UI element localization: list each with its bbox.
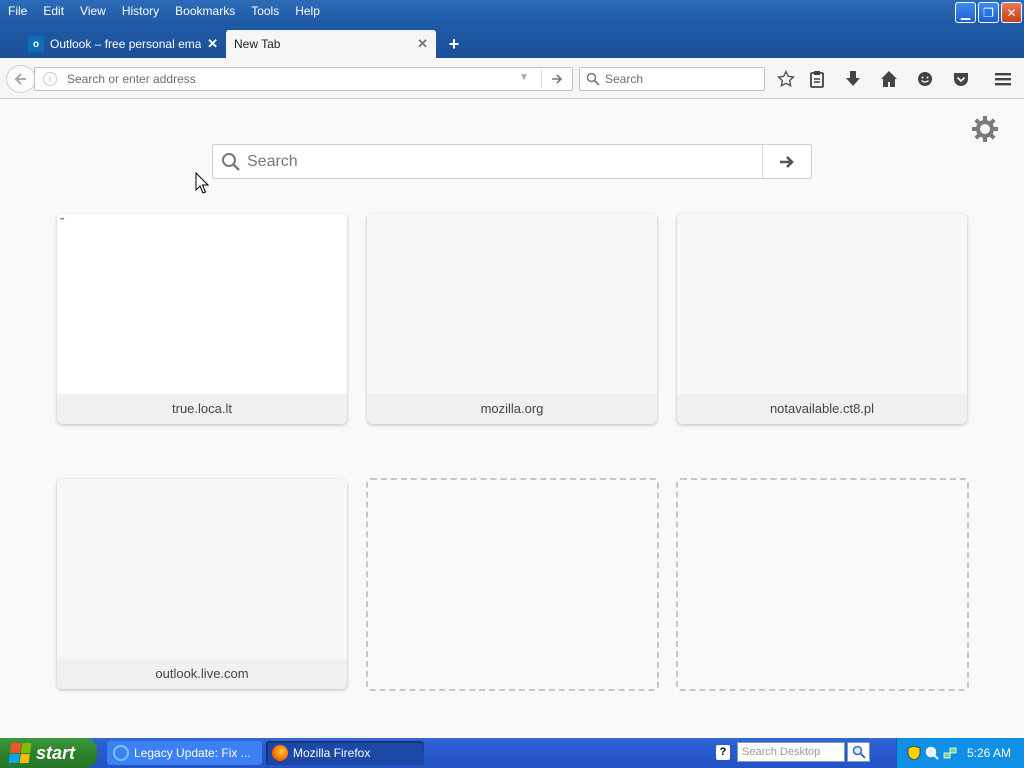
taskbar-item-label: Mozilla Firefox [293, 746, 371, 760]
star-icon [777, 70, 795, 88]
tile-thumbnail [57, 214, 347, 394]
taskbar-item-label: Legacy Update: Fix ... [134, 746, 251, 760]
new-tab-button[interactable]: + [444, 33, 464, 55]
newtab-settings-button[interactable] [970, 114, 1000, 144]
menu-history[interactable]: History [114, 0, 167, 22]
windows-logo-icon [8, 743, 32, 763]
internet-explorer-icon [113, 745, 129, 761]
arrow-right-icon [780, 155, 794, 168]
menu-help[interactable]: Help [287, 0, 328, 22]
network-icon[interactable] [943, 745, 957, 761]
taskbar-item-firefox[interactable]: Mozilla Firefox [266, 741, 424, 765]
navigation-toolbar: i ▼ [0, 58, 1024, 99]
close-window-button[interactable]: ✕ [1001, 2, 1022, 23]
home-icon [881, 71, 897, 87]
history-dropdown-icon[interactable]: ▼ [519, 72, 529, 83]
menu-bookmarks[interactable]: Bookmarks [167, 0, 243, 22]
desktop-search-input[interactable] [738, 743, 842, 761]
minimize-button[interactable]: ▁ [955, 2, 976, 23]
open-menu-button[interactable] [992, 68, 1014, 90]
menu-edit[interactable]: Edit [35, 0, 72, 22]
security-shield-icon[interactable] [907, 745, 921, 761]
search-input[interactable] [605, 70, 755, 88]
magnifier-icon [852, 745, 866, 759]
clock: 5:26 AM [967, 746, 1012, 760]
site-tile[interactable]: ••• true.loca.lt [57, 214, 347, 424]
hamburger-menu-icon [995, 73, 1011, 86]
url-bar[interactable]: i ▼ [34, 67, 573, 91]
site-tile[interactable]: outlook.live.com [57, 479, 347, 689]
restore-button[interactable]: ❐ [978, 2, 999, 23]
search-bar[interactable] [579, 67, 765, 91]
menu-file[interactable]: File [0, 0, 35, 22]
newtab-search-box[interactable] [212, 144, 812, 179]
window-controls: ▁ ❐ ✕ [955, 2, 1022, 23]
download-arrow-icon [846, 71, 860, 86]
url-separator [541, 70, 542, 88]
newtab-search-go-button[interactable] [762, 145, 811, 178]
bookmark-star-button[interactable] [775, 68, 797, 90]
tab-close-icon[interactable]: ✕ [207, 36, 218, 52]
desktop-search-button[interactable] [847, 742, 870, 762]
restore-icon: ❐ [983, 5, 994, 20]
start-label: start [36, 742, 76, 763]
tile-title: outlook.live.com [57, 659, 347, 689]
tab-close-icon[interactable]: ✕ [417, 36, 428, 52]
tab-outlook[interactable]: o Outlook – free personal email a... ✕ [20, 30, 226, 58]
start-button[interactable]: start [0, 738, 97, 768]
newtab-search-input[interactable] [247, 151, 757, 173]
empty-tile-slot [366, 478, 659, 691]
outlook-favicon-icon: o [28, 36, 44, 52]
clipboard-icon [810, 71, 824, 88]
firefox-icon [272, 745, 288, 761]
tab-label: Outlook – free personal email a... [50, 37, 202, 51]
search-icon [586, 72, 600, 86]
site-tile[interactable]: notavailable.ct8.pl [677, 214, 967, 424]
taskbar-item-legacy-update[interactable]: Legacy Update: Fix ... [107, 741, 262, 765]
url-input[interactable] [67, 70, 507, 88]
tab-new-tab[interactable]: New Tab ✕ [226, 30, 436, 58]
search-tray-icon[interactable] [925, 745, 939, 761]
minimize-icon: ▁ [960, 5, 971, 20]
plus-icon: + [448, 33, 460, 54]
close-icon: ✕ [1006, 5, 1017, 20]
gear-icon [972, 116, 998, 142]
downloads-button[interactable] [842, 68, 864, 90]
pocket-button[interactable] [950, 68, 972, 90]
hello-button[interactable] [914, 68, 936, 90]
mouse-cursor-icon [195, 172, 209, 194]
tile-thumbnail [367, 214, 657, 394]
empty-tile-slot [676, 478, 969, 691]
menubar: File Edit View History Bookmarks Tools H… [0, 0, 328, 22]
site-tile[interactable]: mozilla.org [367, 214, 657, 424]
tile-thumbnail [57, 479, 347, 659]
window-titlebar: File Edit View History Bookmarks Tools H… [0, 0, 1024, 58]
go-arrow-icon [552, 74, 563, 84]
pocket-icon [954, 73, 968, 86]
back-button[interactable] [6, 65, 36, 93]
tab-label: New Tab [234, 37, 281, 51]
system-tray: 5:26 AM [896, 738, 1024, 768]
desktop-search-box[interactable] [737, 742, 845, 762]
menu-view[interactable]: View [72, 0, 114, 22]
help-icon[interactable]: ? [716, 745, 730, 760]
search-icon [222, 153, 240, 171]
home-button[interactable] [878, 68, 900, 90]
windows-taskbar: start Legacy Update: Fix ... Mozilla Fir… [0, 738, 1024, 768]
tile-title: true.loca.lt [57, 394, 347, 424]
smiley-chat-icon [918, 72, 932, 86]
menu-tools[interactable]: Tools [243, 0, 287, 22]
tile-title: mozilla.org [367, 394, 657, 424]
tile-title: notavailable.ct8.pl [677, 394, 967, 424]
go-button[interactable] [547, 70, 567, 88]
info-icon[interactable]: i [43, 72, 57, 86]
tile-thumbnail [677, 214, 967, 394]
tile-thumbnail-dots: ••• [60, 217, 64, 223]
back-arrow-icon [14, 73, 26, 85]
bookmarks-menu-button[interactable] [806, 68, 828, 90]
